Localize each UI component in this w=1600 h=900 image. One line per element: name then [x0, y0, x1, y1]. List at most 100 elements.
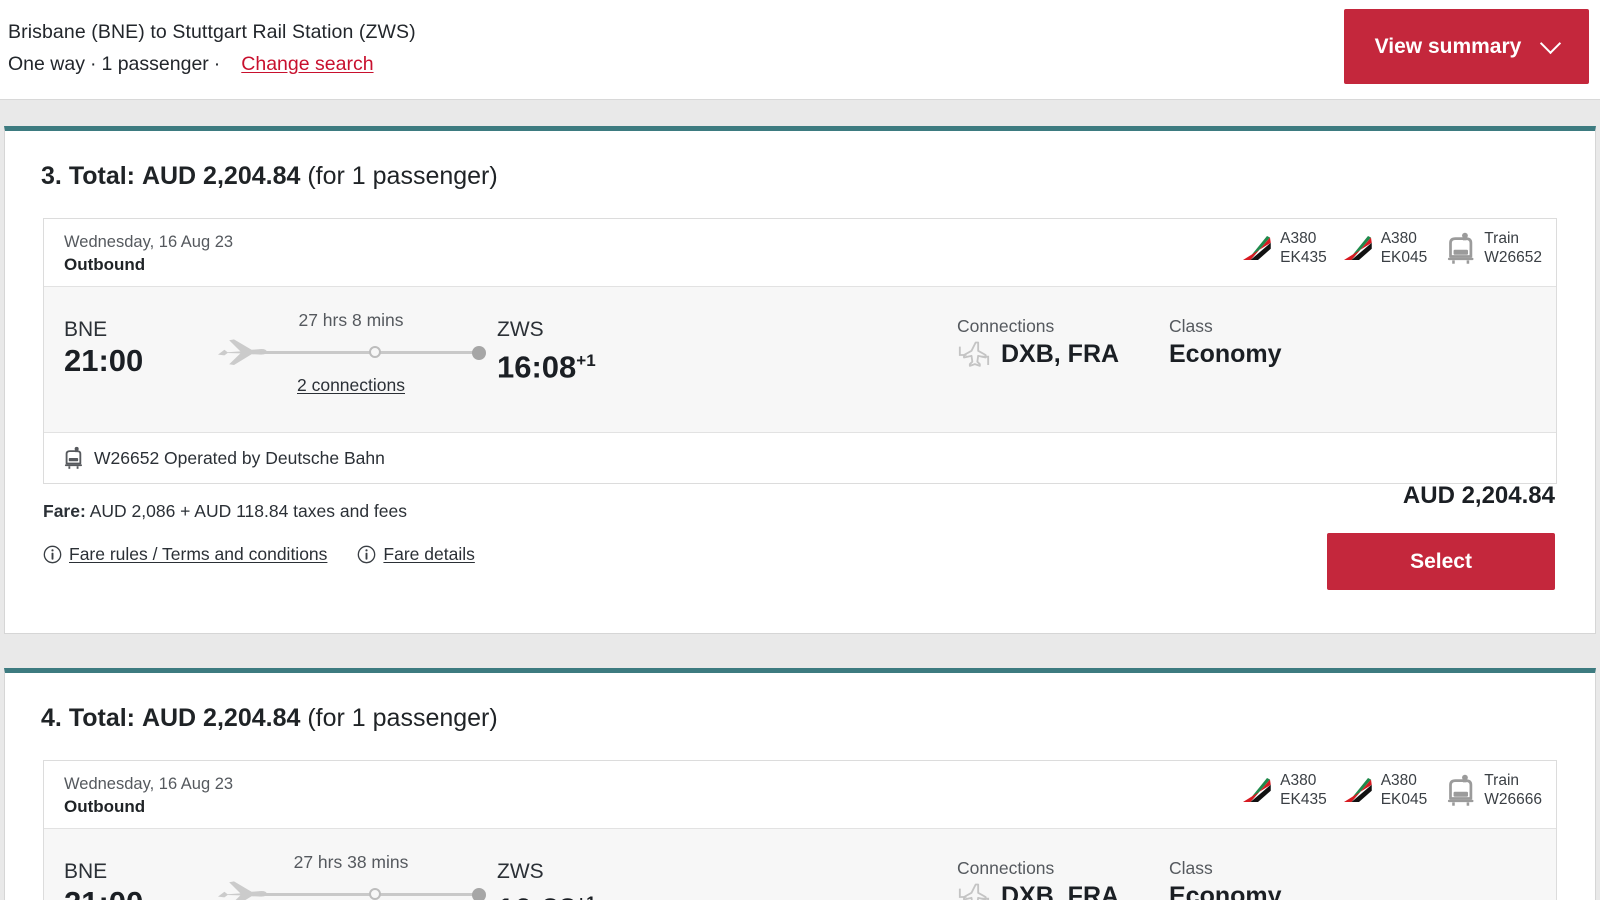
carrier-aircraft: A380 [1380, 230, 1417, 247]
arrival-time: 16:38 [497, 891, 576, 900]
emirates-tail-logo [1243, 236, 1271, 260]
carrier-list: A380 EK435 A380 EK045 Train W26652 [1226, 229, 1542, 267]
departure-block: BNE 21:00 [64, 859, 143, 900]
connections-label: Connections [957, 858, 1055, 878]
departure-code: BNE [64, 860, 108, 883]
result-total-amount: AUD 2,204.84 [141, 704, 301, 732]
carrier-text: A380 EK435 [1280, 229, 1327, 267]
trip-meta: One way · 1 passenger · Change search [8, 49, 416, 79]
carrier-number: W26666 [1484, 791, 1542, 808]
result-passenger-note: (for 1 passenger) [307, 162, 498, 190]
fare-breakdown: AUD 2,086 + AUD 118.84 taxes and fees [89, 501, 408, 521]
grand-total: AUD 2,204.84 [1402, 482, 1555, 509]
fare-link-1[interactable]: Fare details [357, 544, 475, 565]
carrier-text: A380 EK045 [1381, 771, 1428, 809]
itinerary-header: Wednesday, 16 Aug 23 Outbound A380 EK435… [44, 761, 1556, 829]
connections-label: Connections [957, 316, 1055, 336]
carrier-number: EK045 [1380, 249, 1428, 266]
carrier-aircraft: A380 [1280, 230, 1317, 247]
duration-label: 27 hrs 8 mins [298, 310, 404, 330]
path-line [216, 335, 486, 371]
info-icon [43, 545, 62, 564]
carrier-0: A380 EK435 [1240, 229, 1327, 267]
itinerary-body: BNE 21:00 27 hrs 8 mins 2 connections ZW [44, 287, 1556, 433]
itinerary-box: Wednesday, 16 Aug 23 Outbound A380 EK435… [43, 760, 1557, 900]
carrier-0: A380 EK435 [1240, 771, 1327, 809]
itinerary-body: BNE 21:00 27 hrs 38 mins 2 connections Z [44, 829, 1556, 900]
carrier-aircraft: A380 [1280, 772, 1317, 789]
connections-value-row: DXB, FRA [957, 880, 1119, 900]
arrival-block: ZWS 16:08+1 [497, 317, 596, 385]
arrival-day-offset: +1 [576, 351, 596, 370]
destination-marker [472, 888, 486, 900]
change-search-link[interactable]: Change search [241, 49, 373, 79]
emirates-tail-logo [1343, 778, 1372, 802]
carrier-number: EK435 [1280, 249, 1327, 266]
class-column: Class Economy [1169, 315, 1282, 370]
view-summary-label: View summary [1374, 34, 1522, 58]
fare-link-label: Fare rules / Terms and conditions [69, 544, 328, 564]
class-value: Economy [1169, 340, 1282, 368]
emirates-tail-logo [1243, 778, 1271, 802]
arrival-time-wrap: 16:38+1 [497, 885, 596, 900]
result-index: 3. [41, 162, 62, 190]
connections-value: DXB, FRA [1001, 340, 1120, 368]
view-summary-button[interactable]: View summary [1344, 9, 1589, 84]
result-card: 4. Total: AUD 2,204.84 (for 1 passenger)… [4, 668, 1596, 900]
result-title: 4. Total: AUD 2,204.84 (for 1 passenger) [5, 673, 1595, 733]
path-track [260, 351, 476, 354]
arrival-day-offset: +1 [576, 893, 595, 900]
arrival-code: ZWS [497, 860, 544, 883]
itinerary-header: Wednesday, 16 Aug 23 Outbound A380 EK435… [44, 219, 1556, 287]
flight-path: 27 hrs 8 mins 2 connections [216, 309, 486, 396]
departure-time: 21:00 [64, 343, 144, 378]
connections-column: Connections DXB, FRA [957, 857, 1119, 900]
class-value: Economy [1169, 882, 1282, 900]
departure-code: BNE [64, 318, 108, 341]
arrival-time: 16:08 [497, 349, 577, 385]
result-title: 3. Total: AUD 2,204.84 (for 1 passenger) [5, 131, 1595, 191]
path-track [260, 893, 476, 896]
carrier-text: Train W26666 [1484, 771, 1542, 809]
passenger-count-label: 1 passenger [101, 53, 209, 75]
info-icon [358, 545, 376, 564]
carrier-1: A380 EK045 [1341, 771, 1428, 809]
select-button[interactable]: Select [1327, 533, 1555, 590]
carrier-2: Train W26652 [1441, 229, 1542, 267]
departure-time: 21:00 [64, 885, 143, 900]
fare-link-0[interactable]: Fare rules / Terms and conditions [43, 544, 327, 565]
class-label: Class [1169, 858, 1213, 878]
fare-link-label: Fare details [383, 544, 475, 564]
carrier-text: A380 EK435 [1280, 771, 1327, 809]
result-card: 3. Total: AUD 2,204.84 (for 1 passenger)… [4, 126, 1596, 634]
carrier-aircraft: Train [1484, 230, 1520, 247]
price-and-select: AUD 2,204.84 Select [1327, 481, 1555, 590]
departure-block: BNE 21:00 [64, 317, 143, 379]
result-total-prefix: Total: [68, 162, 135, 190]
chevron-down-icon [1540, 32, 1562, 54]
fare-links: Fare rules / Terms and conditions Fare d… [43, 544, 475, 565]
route-title: Brisbane (BNE) to Stuttgart Rail Station… [8, 21, 416, 43]
result-total-prefix: Total: [68, 704, 135, 732]
flight-connection-icon [958, 883, 990, 900]
carrier-number: EK435 [1280, 791, 1327, 808]
carrier-2: Train W26666 [1441, 771, 1542, 809]
result-total-amount: AUD 2,204.84 [141, 162, 301, 190]
result-index: 4. [41, 704, 62, 732]
flight-path: 27 hrs 38 mins 2 connections [216, 851, 486, 900]
carrier-number: EK045 [1380, 791, 1428, 808]
carrier-text: Train W26652 [1484, 229, 1542, 267]
itinerary-box: Wednesday, 16 Aug 23 Outbound A380 EK435… [43, 218, 1557, 484]
connections-value: DXB, FRA [1001, 882, 1120, 900]
path-line [216, 877, 486, 900]
carrier-text: A380 EK045 [1381, 229, 1428, 267]
result-passenger-note: (for 1 passenger) [307, 704, 498, 732]
connections-value-row: DXB, FRA [957, 338, 1119, 370]
class-column: Class Economy [1169, 857, 1282, 900]
header-summary: Brisbane (BNE) to Stuttgart Rail Station… [8, 18, 416, 79]
connections-link[interactable]: 2 connections [216, 375, 486, 396]
carrier-aircraft: A380 [1380, 772, 1417, 789]
train-icon [64, 446, 82, 469]
fare-breakdown-line: Fare: AUD 2,086 + AUD 118.84 taxes and f… [43, 499, 475, 523]
fare-summary: Fare: AUD 2,086 + AUD 118.84 taxes and f… [43, 499, 475, 565]
